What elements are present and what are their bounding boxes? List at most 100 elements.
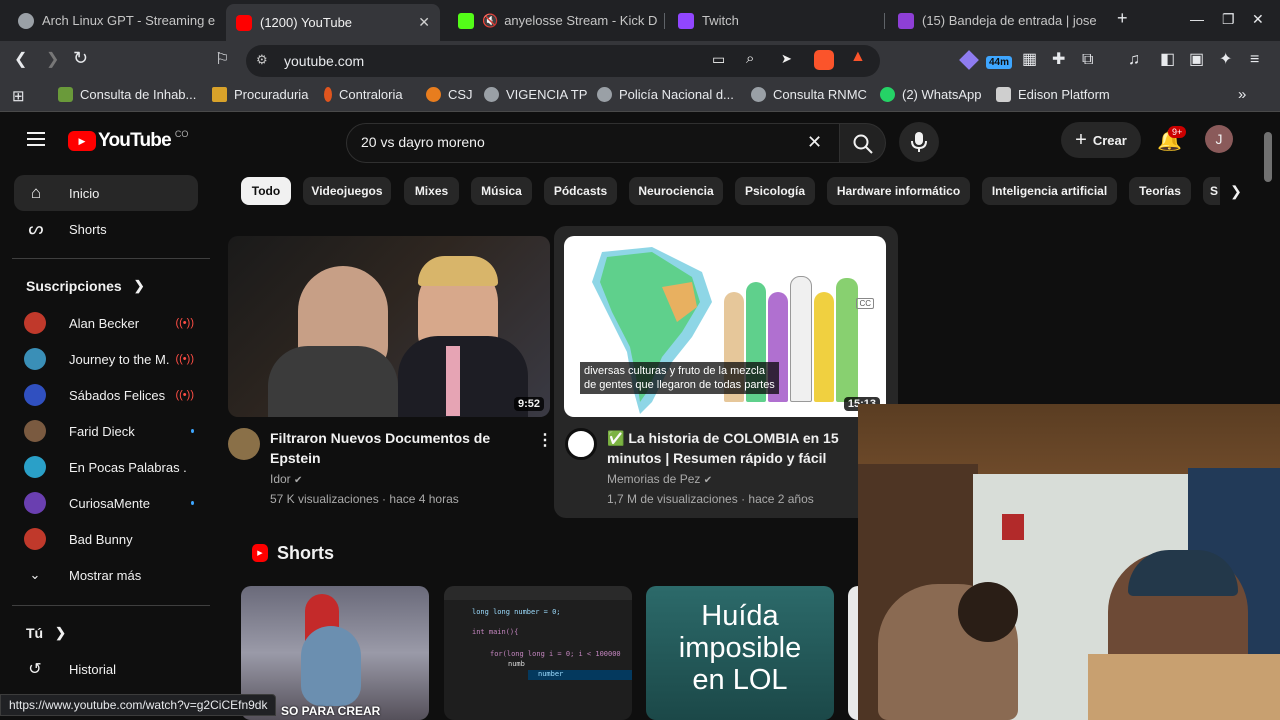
create-button[interactable]: + Crear (1061, 122, 1141, 158)
sidebar-sub-journey[interactable]: Journey to the M... ((•)) (24, 341, 194, 377)
more-options-icon[interactable]: ⋮ (537, 430, 553, 450)
sidebar-sub-bad-bunny[interactable]: Bad Bunny (24, 521, 194, 557)
close-window-icon[interactable]: ✕ (1252, 11, 1264, 28)
chip-neurociencia[interactable]: Neurociencia (629, 177, 723, 205)
video-thumbnail[interactable]: CC diversas culturas y fruto de la mezcl… (564, 236, 886, 417)
send-icon[interactable]: ➤ (781, 51, 792, 67)
bookmark-contraloria[interactable]: Contraloria (324, 87, 403, 102)
tab-gmail[interactable]: (15) Bandeja de entrada | jose (888, 6, 1110, 35)
chevron-right-icon: ❯ (133, 278, 145, 293)
you-header[interactable]: Tú ❯ (26, 625, 66, 641)
wallet-icon[interactable]: ▣ (1189, 50, 1204, 70)
screenshot-icon[interactable]: ⧉ (1082, 50, 1093, 70)
shield-icon (58, 87, 73, 102)
contraloria-icon (324, 87, 332, 102)
sidebar-item-inicio[interactable]: ⌂ Inicio (14, 175, 198, 211)
bookmark-consulta-inhab[interactable]: Consulta de Inhab... (58, 87, 196, 102)
procuraduria-icon (212, 87, 227, 102)
channel-avatar[interactable] (228, 428, 260, 460)
music-icon[interactable]: ♫ (1128, 50, 1140, 70)
channel-name[interactable]: Memorias de Pez ✔ (607, 470, 712, 490)
address-bar[interactable]: ⚙ youtube.com ▭ ⌕ ➤ ▲ (246, 45, 880, 77)
bookmark-rnmc[interactable]: Consulta RNMC (751, 87, 867, 102)
tab-kick[interactable]: 🔇 anyelosse Stream - Kick De (448, 6, 658, 35)
tab-twitch[interactable]: Twitch (668, 6, 878, 35)
browser-toolbar: ❮ ❯ ↻ ⚐ ⚙ youtube.com ▭ ⌕ ➤ ▲ 44m ▦ ✚ ⧉ … (0, 41, 1280, 81)
sidebar-item-shorts[interactable]: ᔕ Shorts (14, 211, 198, 247)
minimize-icon[interactable]: — (1190, 11, 1204, 27)
bookmark-edison[interactable]: Edison Platform (996, 87, 1110, 102)
back-icon[interactable]: ❮ (14, 50, 27, 70)
bookmark-icon[interactable]: ⚐ (215, 50, 229, 70)
more-bookmarks-icon[interactable]: » (1238, 86, 1246, 103)
chip-hardware[interactable]: Hardware informático (827, 177, 970, 205)
chip-todo[interactable]: Todo (241, 177, 291, 205)
bookmark-policia[interactable]: Policía Nacional d... (597, 87, 734, 102)
chips-next-icon[interactable]: ❯ (1220, 176, 1252, 206)
ai-sparkle-icon[interactable]: ✦ (1219, 50, 1232, 70)
search-input[interactable]: 20 vs dayro moreno ✕ (346, 123, 840, 163)
muted-speaker-icon[interactable]: 🔇 (482, 13, 498, 29)
forward-icon[interactable]: ❯ (46, 50, 59, 70)
bookmark-csj[interactable]: CSJ (426, 87, 473, 102)
sidebar-sub-sabados[interactable]: Sábados Felices ((•)) (24, 377, 194, 413)
chip-psicologia[interactable]: Psicología (735, 177, 815, 205)
video-title[interactable]: ✅ La historia de COLOMBIA en 15 minutos … (607, 428, 857, 468)
site-info-icon[interactable]: ⚙ (256, 52, 268, 68)
menu-icon[interactable]: ≡ (1250, 50, 1259, 70)
chip-teorias[interactable]: Teorías (1129, 177, 1191, 205)
show-more-button[interactable]: ⌄ Mostrar más (24, 557, 194, 593)
bookmark-procuraduria[interactable]: Procuraduria (212, 87, 308, 102)
channel-avatar[interactable] (565, 428, 597, 460)
voice-search-button[interactable] (899, 122, 939, 162)
hamburger-menu-icon[interactable] (27, 132, 45, 146)
new-tab-icon[interactable]: + (1117, 8, 1128, 29)
shorts-icon: ᔕ (28, 219, 44, 238)
timer-badge[interactable]: 44m (986, 56, 1013, 69)
tab-arch-linux[interactable]: Arch Linux GPT - Streaming e (8, 6, 218, 35)
puzzle-icon[interactable]: ✚ (1052, 50, 1065, 70)
close-tab-icon[interactable]: ✕ (418, 14, 430, 31)
sidebar-sub-alan-becker[interactable]: Alan Becker ((•)) (24, 305, 194, 341)
video-title[interactable]: Filtraron Nuevos Documentos de Epstein (270, 428, 520, 468)
subscriptions-header[interactable]: Suscripciones ❯ (26, 278, 145, 294)
link-status-bar: https://www.youtube.com/watch?v=g2CiCEfn… (0, 694, 277, 716)
character-face-shape (301, 626, 361, 706)
avatar[interactable]: J (1205, 125, 1233, 153)
youtube-logo[interactable]: ▶ YouTube CO (68, 129, 188, 153)
channel-name[interactable]: Idor ✔ (270, 470, 302, 490)
bookmark-vigencia[interactable]: VIGENCIA TP (484, 87, 587, 102)
chip-musica[interactable]: Música (471, 177, 532, 205)
reload-icon[interactable]: ↻ (73, 48, 88, 68)
page-scrollbar[interactable] (1264, 132, 1272, 182)
bookmarks-bar: ⊞ Consulta de Inhab... Procuraduria Cont… (0, 81, 1280, 112)
short-thumbnail[interactable]: long long number = 0; int main(){ for(lo… (444, 586, 632, 720)
zoom-icon[interactable]: ⌕ (746, 50, 754, 67)
video-thumbnail[interactable]: 9:52 (228, 236, 550, 417)
live-indicator-icon: ((•)) (175, 353, 194, 365)
sidebar-sub-curiosamente[interactable]: CuriosaMente (24, 485, 194, 521)
chip-mixes[interactable]: Mixes (404, 177, 459, 205)
install-app-icon[interactable]: ▭ (712, 51, 725, 68)
tab-youtube[interactable]: (1200) YouTube ✕ (226, 4, 440, 41)
microphone-icon (911, 132, 927, 152)
extension-icon[interactable]: ▦ (1022, 50, 1037, 70)
mail-favicon-icon (898, 12, 914, 29)
short-thumbnail[interactable]: Huída imposible en LOL (646, 586, 834, 720)
clear-search-icon[interactable]: ✕ (807, 132, 822, 153)
sidebar-item-historial[interactable]: ↺ Historial (24, 651, 194, 687)
bookmark-whatsapp[interactable]: (2) WhatsApp (880, 87, 981, 102)
brave-shield-icon[interactable] (814, 50, 834, 70)
sidebar-icon[interactable]: ◧ (1160, 50, 1175, 70)
chip-podcasts[interactable]: Pódcasts (544, 177, 617, 205)
extension-diamond-icon[interactable] (959, 50, 979, 70)
brave-rewards-icon[interactable]: ▲ (850, 48, 866, 66)
search-button[interactable] (840, 123, 886, 163)
maximize-icon[interactable]: ❐ (1222, 11, 1235, 28)
sidebar-sub-en-pocas[interactable]: En Pocas Palabras ... (24, 449, 194, 485)
chip-inteligencia-artificial[interactable]: Inteligencia artificial (982, 177, 1117, 205)
address-text[interactable]: youtube.com (284, 53, 364, 69)
chip-videojuegos[interactable]: Videojuegos (303, 177, 391, 205)
apps-grid-icon[interactable]: ⊞ (12, 87, 25, 105)
sidebar-sub-farid[interactable]: Farid Dieck (24, 413, 194, 449)
